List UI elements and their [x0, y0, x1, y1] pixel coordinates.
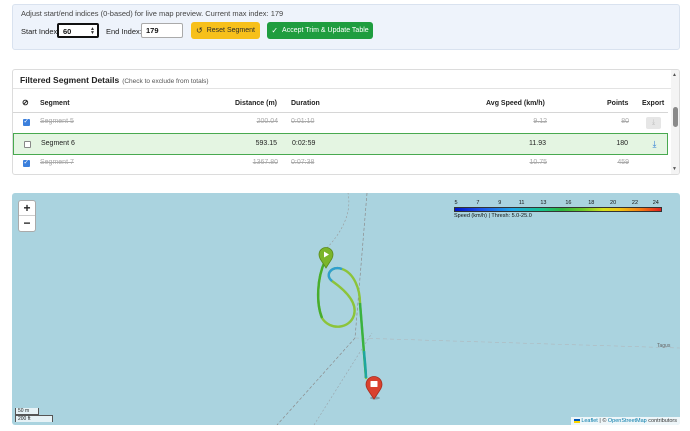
download-icon: ⤓: [646, 117, 661, 129]
col-header-duration: Duration: [291, 100, 320, 107]
col-header-speed: Avg Speed (km/h): [486, 100, 545, 107]
start-marker-icon[interactable]: [318, 247, 334, 269]
segment-details-title: Filtered Segment Details (Check to exclud…: [20, 75, 209, 85]
map-canvas: [276, 193, 680, 425]
zoom-control: + −: [18, 200, 36, 232]
legend-caption: Speed (km/h) | Thresh: 5.0-25.0: [454, 213, 532, 219]
end-index-input[interactable]: 179: [141, 23, 183, 38]
scroll-down-icon[interactable]: ▼: [672, 166, 677, 172]
table-row[interactable]: Segment 5 200.04 0:01:10 9.12 80 ⤓: [13, 113, 668, 133]
download-icon[interactable]: ⤓: [647, 138, 662, 150]
legend-tick: 9: [498, 200, 502, 206]
zoom-in-button[interactable]: +: [19, 201, 35, 216]
end-marker-icon[interactable]: [365, 376, 383, 400]
accept-trim-label: Accept Trim & Update Table: [282, 27, 369, 34]
row-speed: 11.93: [529, 140, 546, 147]
legend-tick: 18: [588, 200, 595, 206]
exclude-checkbox[interactable]: [24, 141, 31, 148]
row-duration: 0:01:10: [291, 118, 315, 125]
exclude-checkbox[interactable]: [23, 158, 30, 167]
col-header-export: Export: [642, 100, 665, 107]
row-segment: Segment 6: [41, 140, 75, 147]
row-segment: Segment 5: [40, 118, 74, 125]
speed-legend: 5 7 9 11 13 16 18 20 22 24 Speed (km/h) …: [454, 200, 662, 222]
segment-details-subtitle: (Check to exclude from totals): [122, 78, 209, 85]
map-view[interactable]: + − 5 7 9 11 13 16 18 20 22 24 Speed (km…: [12, 193, 680, 425]
reset-segment-button[interactable]: ↺ Reset Segment: [191, 22, 260, 39]
legend-color-bar: [454, 207, 662, 212]
table-scrollbar[interactable]: ▲ ▼: [671, 70, 679, 174]
table-row[interactable]: Segment 7 1367.80 0:07:38 10.75 459: [13, 156, 668, 174]
zoom-out-button[interactable]: −: [19, 216, 35, 231]
col-header-points: Points: [607, 100, 629, 107]
legend-tick: 24: [652, 200, 659, 206]
accept-trim-button[interactable]: ✓ Accept Trim & Update Table: [267, 22, 373, 39]
row-distance: 1367.80: [252, 159, 278, 166]
end-index-label: End Index:: [106, 27, 142, 36]
row-segment: Segment 7: [40, 159, 74, 166]
legend-ticks: 5 7 9 11 13 16 18 20 22 24: [454, 200, 662, 207]
legend-tick: 11: [518, 200, 525, 206]
row-duration: 0:07:38: [291, 159, 315, 166]
legend-tick: 20: [610, 200, 617, 206]
attribution-separator: | ©: [597, 418, 608, 424]
scale-imperial: 200 ft: [15, 415, 53, 422]
row-duration: 0:02:59: [292, 140, 316, 147]
spinner-icon[interactable]: ▲ ▼: [90, 27, 95, 36]
start-index-label: Start Index:: [21, 27, 60, 36]
table-row-selected[interactable]: Segment 6 593.15 0:02:59 11.93 180 ⤓: [13, 133, 668, 155]
start-index-value: 60: [63, 27, 72, 36]
row-points: 459: [617, 159, 629, 166]
segment-details-card: Filtered Segment Details (Check to exclud…: [12, 69, 680, 175]
flag-icon: [573, 418, 580, 423]
scroll-up-icon[interactable]: ▲: [672, 72, 677, 78]
osm-link[interactable]: OpenStreetMap: [608, 418, 647, 424]
trim-panel: Adjust start/end indices (0-based) for l…: [12, 4, 680, 50]
leaflet-link[interactable]: Leaflet: [581, 418, 598, 424]
attribution-tail: contributors: [646, 418, 677, 424]
col-header-distance: Distance (m): [235, 100, 278, 107]
legend-tick: 16: [565, 200, 572, 206]
row-points: 180: [616, 140, 628, 147]
reset-segment-label: Reset Segment: [206, 27, 255, 34]
row-speed: 10.75: [529, 159, 547, 166]
legend-tick: 7: [476, 200, 480, 206]
legend-tick: 22: [631, 200, 639, 206]
trim-hint: Adjust start/end indices (0-based) for l…: [21, 9, 284, 18]
col-header-segment: Segment: [40, 100, 70, 107]
row-distance: 200.04: [256, 118, 278, 125]
ban-icon: ⊘: [22, 98, 29, 107]
start-index-input[interactable]: 60 ▲ ▼: [57, 23, 99, 38]
undo-icon: ↺: [196, 26, 203, 35]
row-distance: 593.15: [255, 140, 277, 147]
scale-metric: 50 m: [15, 408, 39, 415]
row-speed: 9.12: [533, 118, 547, 125]
map-attribution: Leaflet | © OpenStreetMap contributors: [570, 417, 680, 425]
legend-tick: 13: [540, 200, 547, 206]
place-label: Tagus: [657, 343, 671, 349]
end-index-value: 179: [146, 26, 159, 35]
segment-details-header: Filtered Segment Details (Check to exclud…: [13, 70, 679, 89]
exclude-checkbox[interactable]: [23, 117, 30, 126]
segment-details-title-text: Filtered Segment Details: [20, 75, 120, 85]
row-points: 80: [621, 118, 629, 125]
scrollbar-thumb[interactable]: [673, 107, 678, 127]
check-icon: ✓: [271, 26, 279, 35]
map-scale: 50 m 200 ft: [15, 408, 53, 422]
legend-tick: 5: [454, 200, 458, 206]
